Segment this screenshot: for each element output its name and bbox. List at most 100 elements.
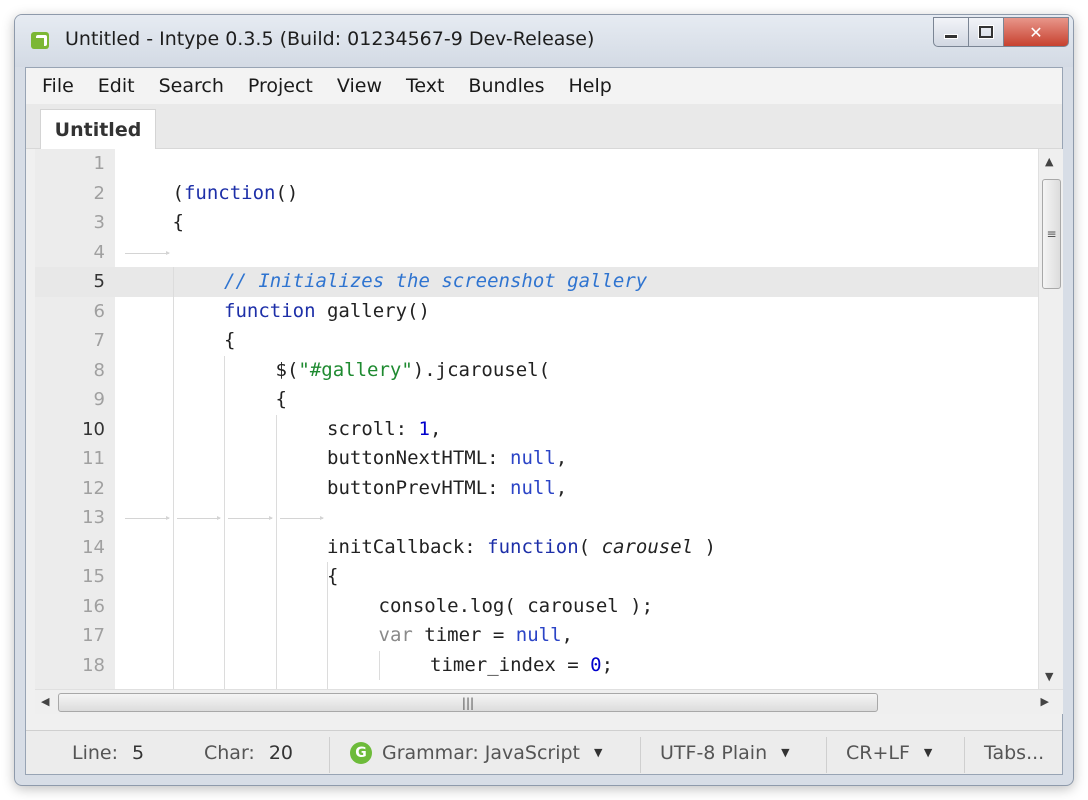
vertical-scroll-thumb[interactable]: ≡ — [1042, 179, 1061, 289]
code-line[interactable]: 4 — [35, 238, 1039, 268]
code-line[interactable]: 8 $("#gallery").jcarousel( — [35, 355, 1039, 385]
menu-help[interactable]: Help — [556, 75, 623, 97]
code-line[interactable]: 17 var timer = null, — [35, 621, 1039, 651]
code-token: ).jcarousel( — [412, 358, 551, 381]
window-controls: ✕ — [933, 17, 1069, 47]
line-ending-label: CR+LF — [846, 741, 910, 764]
close-button[interactable]: ✕ — [1004, 17, 1069, 47]
indent-guide — [172, 267, 174, 689]
horizontal-scroll-thumb[interactable]: ||| — [58, 693, 878, 712]
code-line[interactable]: 1 — [35, 149, 1039, 179]
code-line[interactable]: 7{ — [35, 326, 1039, 356]
grammar-selector[interactable]: G Grammar: JavaScript ▼ — [350, 731, 602, 774]
code-text: // Initializes the screenshot gallery — [224, 270, 647, 292]
maximize-button[interactable] — [969, 17, 1004, 47]
code-token: scroll: — [327, 417, 419, 440]
code-area[interactable]: 1 2 (function() 3{4 5// Initializes the scre… — [35, 149, 1039, 689]
status-separator — [964, 737, 965, 773]
code-text: buttonNextHTML: null, — [327, 447, 567, 469]
menu-text[interactable]: Text — [394, 75, 456, 97]
close-icon: ✕ — [1029, 22, 1043, 42]
scroll-down-icon[interactable]: ▼ — [1045, 670, 1053, 683]
code-text: { — [173, 211, 184, 233]
char-label: Char: — [204, 741, 255, 764]
code-line[interactable]: 16 console.log( carousel ); — [35, 591, 1039, 621]
code-token: , — [429, 417, 442, 440]
scroll-left-icon[interactable]: ◀ — [41, 695, 49, 708]
tab-whitespace-marker — [228, 516, 272, 520]
code-line[interactable]: 14 initCallback: function( carousel ) — [35, 532, 1039, 562]
code-line[interactable]: 18 timer_index = 0; — [35, 650, 1039, 680]
code-token: ) — [693, 535, 716, 558]
line-ending-selector[interactable]: CR+LF ▼ — [846, 731, 932, 774]
code-editor[interactable]: 1 2 (function() 3{4 5// Initializes the scre… — [35, 149, 1063, 689]
code-line[interactable]: 2 (function() — [35, 179, 1039, 209]
char-value: 20 — [268, 741, 294, 764]
line-number: 10 — [82, 418, 105, 440]
tabs-setting[interactable]: Tabs... — [984, 731, 1044, 774]
code-line[interactable]: 5 // Initializes the screenshot gallery — [35, 267, 1039, 297]
scroll-up-icon[interactable]: ▲ — [1045, 155, 1053, 168]
line-number: 9 — [93, 389, 105, 410]
code-text: timer_index = 0; — [430, 654, 613, 676]
line-number: 1 — [93, 153, 105, 174]
indent-guide — [327, 562, 328, 689]
menu-bar: File Edit Search Project View Text Bundl… — [26, 68, 1062, 104]
code-text: { — [327, 565, 338, 587]
menu-search[interactable]: Search — [147, 75, 236, 97]
code-line[interactable]: 3{ — [35, 208, 1039, 238]
line-number: 3 — [93, 212, 105, 233]
tab-whitespace-marker — [279, 516, 324, 520]
code-token: var — [378, 624, 413, 646]
menu-edit[interactable]: Edit — [86, 75, 147, 97]
menu-file[interactable]: File — [30, 75, 86, 97]
code-token: { — [224, 329, 236, 351]
line-number: 14 — [82, 536, 105, 558]
chevron-down-icon: ▼ — [923, 746, 933, 759]
code-line[interactable]: 10 scroll: 1, — [35, 414, 1039, 444]
code-line[interactable]: 6 function gallery() — [35, 296, 1039, 326]
code-text: (function() — [173, 182, 299, 204]
indent-guide — [275, 414, 277, 689]
vertical-scrollbar[interactable]: ▲ ≡ ▼ — [1038, 149, 1063, 689]
line-number: 2 — [93, 182, 105, 204]
code-token: buttonNextHTML: — [327, 447, 511, 469]
code-token: { — [172, 211, 184, 233]
code-token: null — [510, 447, 556, 469]
code-text: function gallery() — [224, 300, 430, 322]
encoding-label: UTF-8 Plain — [660, 741, 768, 764]
line-number: 6 — [93, 300, 105, 322]
tab-untitled[interactable]: Untitled — [40, 109, 156, 150]
code-text: var timer = null, — [379, 624, 574, 646]
tab-whitespace-marker — [125, 516, 169, 520]
code-line[interactable]: 15 { — [35, 562, 1039, 592]
code-token: null — [510, 476, 556, 499]
code-text: { — [276, 388, 287, 410]
code-text: initCallback: function( carousel ) — [327, 536, 716, 558]
horizontal-scrollbar[interactable]: ◀ ||| ▶ — [35, 689, 1063, 714]
code-token: timer = — [412, 624, 516, 646]
encoding-selector[interactable]: UTF-8 Plain ▼ — [660, 731, 790, 774]
code-text: $("#gallery").jcarousel( — [276, 359, 551, 381]
title-bar[interactable]: Untitled - Intype 0.3.5 (Build: 01234567… — [15, 15, 1073, 67]
menu-view[interactable]: View — [325, 75, 394, 97]
code-token: carousel — [601, 535, 694, 558]
menu-bundles[interactable]: Bundles — [456, 75, 556, 97]
line-number: 11 — [82, 448, 105, 469]
scroll-right-icon[interactable]: ▶ — [1041, 695, 1049, 708]
code-token: function — [224, 299, 316, 322]
line-number: 12 — [82, 477, 105, 499]
minimize-icon — [944, 33, 958, 39]
line-number: 13 — [82, 507, 105, 528]
menu-project[interactable]: Project — [236, 75, 325, 97]
status-separator — [329, 737, 330, 773]
maximize-icon — [979, 26, 993, 38]
minimize-button[interactable] — [933, 17, 969, 47]
status-char: Char: 20 — [204, 731, 293, 774]
code-line[interactable]: 11 buttonNextHTML: null, — [35, 444, 1039, 474]
client-area: File Edit Search Project View Text Bundl… — [25, 67, 1063, 775]
code-token: gallery() — [315, 299, 430, 322]
code-line[interactable]: 12 buttonPrevHTML: null, — [35, 473, 1039, 503]
code-line[interactable]: 9{ — [35, 385, 1039, 415]
line-number: 8 — [93, 359, 105, 381]
